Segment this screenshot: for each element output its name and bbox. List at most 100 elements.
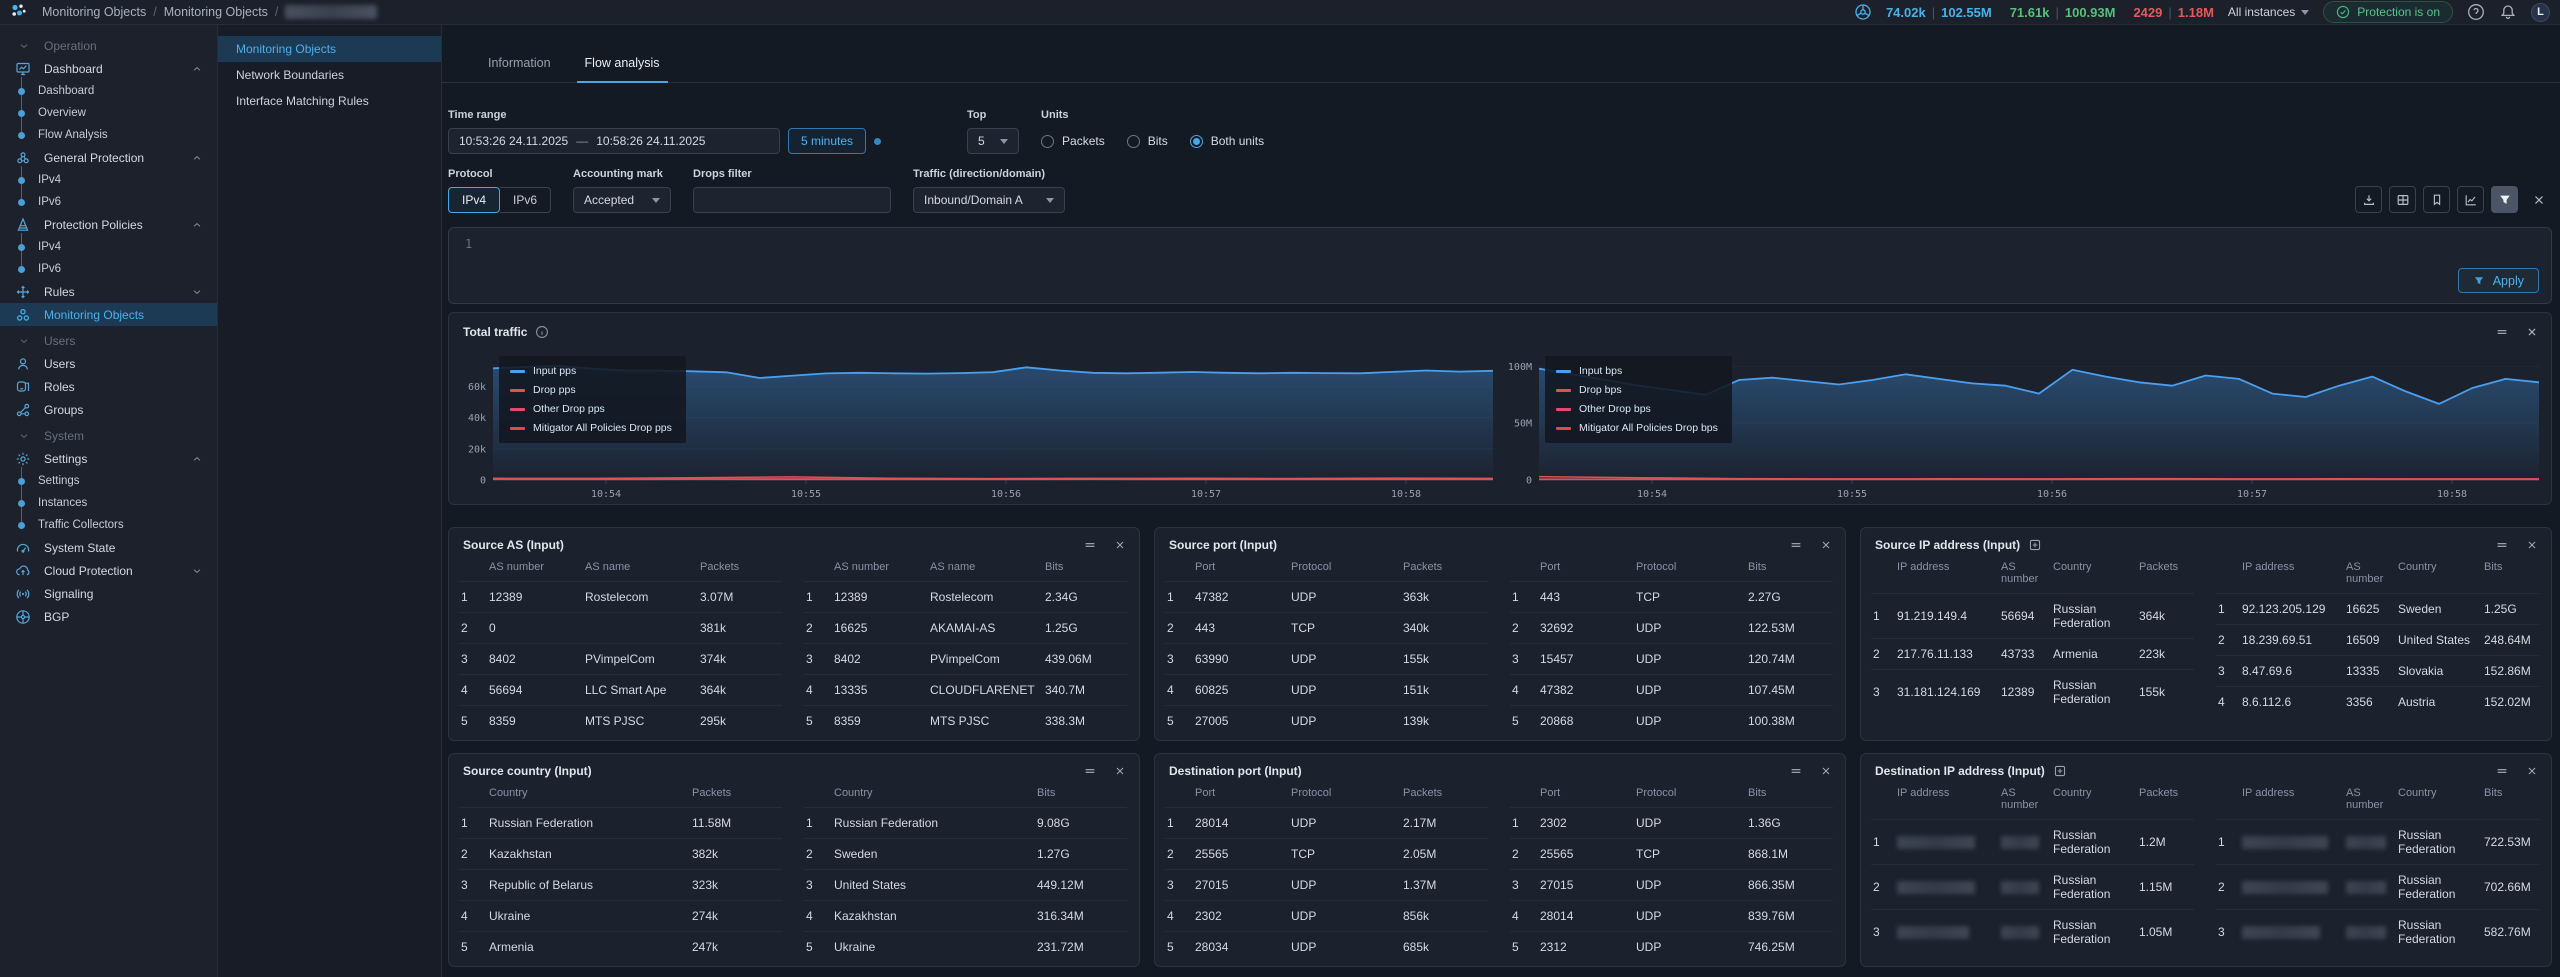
breadcrumb-item[interactable]: Monitoring Objects [164,5,268,19]
sidebar-item-general-protection[interactable]: General Protection [0,146,217,169]
column-header[interactable]: Country [2392,780,2478,820]
column-header[interactable]: Packets [1397,780,1488,808]
column-header[interactable]: AS number [2340,780,2392,820]
panel-menu-icon[interactable] [2495,538,2509,552]
column-header[interactable]: AS number [828,554,924,582]
column-header[interactable]: Packets [694,554,782,582]
filter-button[interactable] [2491,186,2518,213]
subsidebar-item-interface-matching-rules[interactable]: Interface Matching Rules [218,88,441,114]
panel-menu-icon[interactable] [2495,764,2509,778]
column-header[interactable]: Country [2392,554,2478,594]
legend-item[interactable]: Input bps [1556,365,1718,377]
protocol-option-ipv4[interactable]: IPv4 [448,187,500,213]
app-logo[interactable] [10,3,30,21]
column-header[interactable]: IP address [1891,780,1995,820]
panel-menu-icon[interactable] [1789,538,1803,552]
bits-chart[interactable]: 050M100M10:5410:5510:5610:5710:58Input b… [1499,347,2545,502]
packets-chart[interactable]: 020k40k60k10:5410:5510:5610:5710:58Input… [453,347,1499,502]
panel-close-icon[interactable] [2525,764,2539,778]
time-preset-button[interactable]: 5 minutes [788,128,866,154]
info-icon[interactable] [535,325,549,339]
instances-dropdown[interactable]: All instances [2228,5,2309,19]
panel-close-icon[interactable] [1113,538,1127,552]
column-header[interactable]: Protocol [1285,780,1397,808]
column-header[interactable]: Bits [2478,780,2539,820]
column-header[interactable]: IP address [2236,554,2340,594]
units-radio-packets[interactable]: Packets [1041,134,1105,148]
column-header[interactable]: AS number [2340,554,2392,594]
top-select[interactable]: 5 [967,128,1019,154]
protection-status-badge[interactable]: Protection is on [2323,1,2453,23]
sidebar-item-cloud-protection[interactable]: Cloud Protection [0,559,217,582]
panel-close-icon[interactable] [2525,538,2539,552]
panel-close-icon[interactable] [1819,764,1833,778]
column-header[interactable]: Bits [2478,554,2539,594]
column-header[interactable]: Protocol [1630,780,1742,808]
sidebar-item-system-state[interactable]: System State [0,536,217,559]
download-button[interactable] [2355,186,2382,213]
subsidebar-item-monitoring-objects[interactable]: Monitoring Objects [218,36,441,62]
sidebar-subitem-ipv6[interactable]: IPv6 [0,258,217,280]
column-header[interactable]: AS number [1995,780,2047,820]
expand-icon[interactable] [2028,538,2042,552]
breadcrumb-item[interactable]: Monitoring Objects [42,5,146,19]
sidebar-subitem-instances[interactable]: Instances [0,492,217,514]
help-icon[interactable] [2467,3,2485,21]
legend-item[interactable]: Other Drop bps [1556,403,1718,415]
column-header[interactable]: Protocol [1630,554,1742,582]
sidebar-item-bgp[interactable]: BGP [0,605,217,628]
chart-view-button[interactable] [2457,186,2484,213]
column-header[interactable]: Country [2047,780,2133,820]
bookmark-button[interactable] [2423,186,2450,213]
legend-item[interactable]: Other Drop pps [510,403,672,415]
drops-filter-input[interactable] [693,187,891,213]
column-header[interactable]: IP address [1891,554,1995,594]
panel-menu-icon[interactable] [2495,325,2509,339]
column-header[interactable]: IP address [2236,780,2340,820]
column-header[interactable]: Packets [2133,554,2194,594]
apply-button[interactable]: Apply [2458,268,2539,293]
sidebar-item-dashboard[interactable]: Dashboard [0,57,217,80]
legend-item[interactable]: Drop pps [510,384,672,396]
sidebar-item-roles[interactable]: Roles [0,375,217,398]
user-avatar[interactable]: L [2531,3,2550,22]
column-header[interactable]: Packets [2133,780,2194,820]
close-filters-button[interactable] [2525,186,2552,213]
column-header[interactable]: Port [1189,780,1285,808]
panel-menu-icon[interactable] [1083,538,1097,552]
panel-menu-icon[interactable] [1789,764,1803,778]
column-header[interactable]: Port [1534,554,1630,582]
panel-menu-icon[interactable] [1083,764,1097,778]
time-range-input[interactable]: 10:53:26 24.11.2025 — 10:58:26 24.11.202… [448,128,780,154]
column-header[interactable]: AS name [579,554,694,582]
column-header[interactable]: Country [828,780,1031,808]
tab-information[interactable]: Information [486,56,553,82]
traffic-direction-select[interactable]: Inbound/Domain A [913,187,1065,213]
sidebar-item-signaling[interactable]: Signaling [0,582,217,605]
sidebar-item-monitoring-objects[interactable]: Monitoring Objects [0,303,217,326]
sidebar-subitem-overview[interactable]: Overview [0,102,217,124]
column-header[interactable]: Country [483,780,686,808]
column-header[interactable]: Packets [686,780,782,808]
column-header[interactable]: Protocol [1285,554,1397,582]
sidebar-subitem-traffic-collectors[interactable]: Traffic Collectors [0,514,217,536]
expand-icon[interactable] [2053,764,2067,778]
table-view-button[interactable] [2389,186,2416,213]
column-header[interactable]: Bits [1742,780,1833,808]
sidebar-item-groups[interactable]: Groups [0,398,217,421]
column-header[interactable]: Bits [1031,780,1127,808]
notifications-bell-icon[interactable] [2499,3,2517,21]
legend-item[interactable]: Drop bps [1556,384,1718,396]
sidebar-item-settings[interactable]: Settings [0,447,217,470]
sidebar-subitem-settings[interactable]: Settings [0,470,217,492]
column-header[interactable]: Port [1534,780,1630,808]
sidebar-item-users[interactable]: Users [0,352,217,375]
sidebar-subitem-flow-analysis[interactable]: Flow Analysis [0,124,217,146]
sidebar-subitem-ipv6[interactable]: IPv6 [0,191,217,213]
sidebar-item-rules[interactable]: Rules [0,280,217,303]
column-header[interactable]: AS number [483,554,579,582]
legend-item[interactable]: Input pps [510,365,672,377]
subsidebar-item-network-boundaries[interactable]: Network Boundaries [218,62,441,88]
sidebar-section-system[interactable]: System [0,425,217,447]
column-header[interactable]: Bits [1742,554,1833,582]
